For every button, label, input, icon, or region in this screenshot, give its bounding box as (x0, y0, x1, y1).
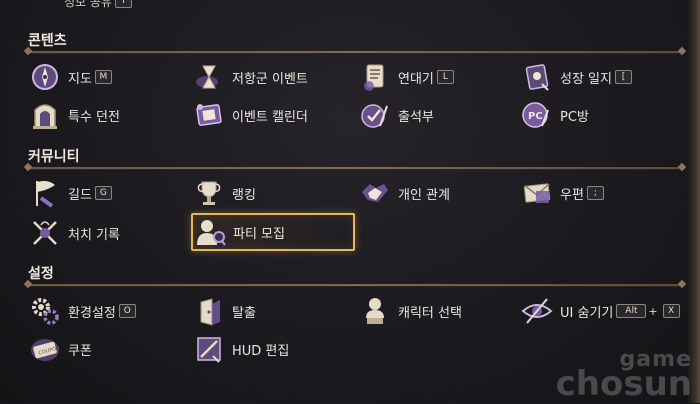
menu-item-event-calendar[interactable]: 이벤트 캘린더 (192, 98, 308, 132)
menu-item-info-share[interactable]: 정보 공유 I (34, 0, 132, 12)
calendar-book-icon (192, 98, 226, 132)
menu-item-hide-ui[interactable]: UI 숨기기 Alt + X (520, 294, 680, 328)
shortcut-plus: + (648, 304, 658, 318)
menu-item-label: 처치 기록 (68, 227, 120, 243)
crossed-swords-icon (28, 216, 62, 250)
menu-item-kill-record[interactable]: 처치 기록 (28, 216, 120, 250)
menu-item-special-dungeon[interactable]: 특수 던전 (28, 98, 120, 132)
compass-icon (28, 60, 62, 94)
svg-text:PC: PC (528, 111, 543, 122)
coupon-icon: COUPON (28, 332, 62, 366)
menu-item-coupon[interactable]: COUPON 쿠폰 (28, 332, 92, 366)
menu-item-guild[interactable]: 길드 G (28, 176, 112, 210)
eye-hidden-icon (520, 294, 554, 328)
hourglass-icon (192, 60, 226, 94)
trophy-icon (192, 176, 226, 210)
menu-item-label: 연대기 (398, 71, 434, 87)
menu-item-growth-journal[interactable]: 성장 일지 [ (520, 60, 632, 94)
menu-item-label: 랭킹 (232, 187, 256, 203)
menu-item-chronicle[interactable]: 연대기 L (358, 60, 454, 94)
menu-item-label: 환경설정 (68, 305, 116, 321)
section-title-content: 콘텐츠 (28, 33, 67, 49)
section-title-community: 커뮤니티 (28, 149, 80, 165)
menu-item-label: 저항군 이벤트 (232, 71, 308, 87)
section-divider (28, 284, 682, 286)
shortcut-key: X (662, 304, 680, 318)
shortcut-key: M (94, 70, 112, 84)
menu-item-mail[interactable]: 우편 ; (520, 176, 604, 210)
menu-item-label: PC방 (560, 109, 589, 125)
menu-item-ranking[interactable]: 랭킹 (192, 176, 256, 210)
menu-item-character-select[interactable]: 캐릭터 선택 (358, 294, 462, 328)
menu-item-resistance-event[interactable]: 저항군 이벤트 (192, 60, 308, 94)
menu-item-hud-edit[interactable]: HUD 편집 (192, 332, 289, 366)
quill-check-icon (358, 98, 392, 132)
menu-item-relationships[interactable]: 개인 관계 (358, 176, 450, 210)
section-divider (28, 51, 682, 53)
character-bust-icon (358, 294, 392, 328)
window-frame-edge (688, 0, 700, 403)
menu-item-label: 지도 (68, 71, 92, 87)
menu-item-map[interactable]: 지도 M (28, 60, 112, 94)
menu-item-label: 쿠폰 (68, 343, 92, 359)
menu-item-label: 특수 던전 (68, 109, 120, 125)
menu-item-label: 출석부 (398, 109, 434, 125)
menu-item-label: UI 숨기기 (560, 305, 614, 321)
menu-item-label: 이벤트 캘린더 (232, 109, 308, 125)
dungeon-gate-icon (28, 98, 62, 132)
menu-item-label: 길드 (68, 187, 92, 203)
menu-item-attendance[interactable]: 출석부 (358, 98, 434, 132)
menu-item-label: 성장 일지 (560, 71, 612, 87)
exit-door-icon (192, 294, 226, 328)
shortcut-key: Alt (616, 304, 647, 318)
shortcut-key: O (118, 304, 136, 318)
menu-item-pc-room[interactable]: PC PC방 (520, 98, 589, 132)
handshake-icon (358, 176, 392, 210)
menu-item-label: 우편 (560, 187, 584, 203)
menu-item-label: 캐릭터 선택 (398, 305, 462, 321)
section-title-settings: 설정 (28, 266, 54, 282)
menu-item-escape[interactable]: 탈출 (192, 294, 256, 328)
menu-item-label: 정보 공유 (64, 0, 112, 9)
gear-icon (28, 294, 62, 328)
menu-item-label: 파티 모집 (233, 226, 285, 242)
journal-icon (520, 60, 554, 94)
menu-item-label: 탈출 (232, 305, 256, 321)
watermark-line2: chosun (555, 364, 692, 404)
menu-item-label: 개인 관계 (398, 187, 450, 203)
share-icon (34, 0, 60, 16)
shortcut-key: G (94, 186, 112, 200)
menu-item-preferences[interactable]: 환경설정 O (28, 294, 136, 328)
party-search-icon (193, 215, 227, 249)
shortcut-key: ; (586, 186, 604, 200)
scroll-icon (358, 60, 392, 94)
hud-edit-icon (192, 332, 226, 366)
menu-item-label: HUD 편집 (232, 343, 290, 359)
watermark-logo: game chosun (555, 349, 692, 404)
envelope-icon (520, 176, 554, 210)
section-divider (28, 167, 682, 169)
guild-flag-icon (28, 176, 62, 210)
shortcut-key: I (114, 0, 132, 8)
pc-room-icon: PC (520, 98, 554, 132)
menu-item-party-recruit[interactable]: 파티 모집 (191, 213, 355, 251)
shortcut-key: [ (614, 70, 632, 84)
shortcut-key: L (436, 70, 454, 84)
